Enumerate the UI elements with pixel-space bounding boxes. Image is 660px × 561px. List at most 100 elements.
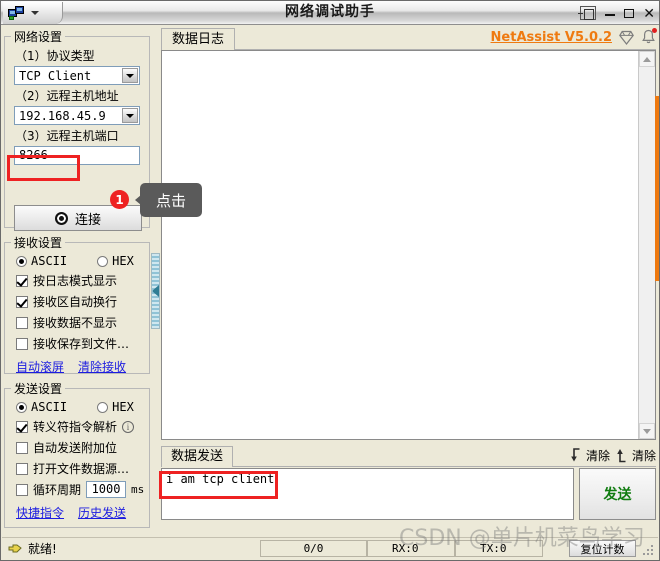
reset-counter-button[interactable]: 复位计数 [569,540,636,557]
checkbox-escape-parse-label: 转义符指令解析 [33,420,118,434]
resize-grip-icon[interactable] [642,544,655,557]
send-ascii-label: ASCII [31,400,68,414]
chevron-down-icon[interactable] [122,108,138,123]
send-settings-legend: 发送设置 [14,382,63,396]
diamond-icon[interactable] [619,30,634,45]
status-rx: RX:0 [367,540,455,557]
system-menu-button[interactable] [3,2,63,24]
scroll-down-arrow-icon[interactable] [639,423,655,439]
connect-button-label: 连接 [74,212,101,228]
receive-ascii-radio[interactable] [16,255,27,267]
receive-links: 自动滚屏 清除接收 [5,358,149,375]
status-ratio: 0/0 [260,540,367,557]
window-controls: ✕ [578,3,655,23]
brand-area: NetAssist V5.0.2 [491,28,657,45]
receive-option-row[interactable]: 接收保存到文件… [5,335,149,352]
netassist-window: 网络调试助手 ✕ 网络设置 （1）协议类型 TCP Client （2）远程主机… [0,0,660,561]
send-option-row[interactable]: 自动发送附加位 [5,439,149,456]
send-hex-label: HEX [112,400,134,414]
checkbox-open-file-source[interactable] [16,462,28,475]
send-links: 快捷指令 历史发送 [5,504,149,521]
brand-link[interactable]: NetAssist V5.0.2 [491,30,612,45]
checkbox-hide-received[interactable] [16,316,28,329]
checkbox-auto-wrap[interactable] [16,295,28,308]
remote-host-value: 192.168.45.9 [19,108,106,123]
checkbox-open-file-source-label: 打开文件数据源… [33,462,130,476]
status-tx: TX:0 [455,540,543,557]
protocol-type-label: （1）协议类型 [15,49,95,63]
clear-send-button[interactable]: 清除 [616,447,656,464]
receive-option-row[interactable]: 接收区自动换行 [5,293,149,310]
minimize-button[interactable] [605,4,616,22]
tab-data-send[interactable]: 数据发送 [161,446,234,467]
remote-port-input[interactable]: 8266 [14,146,140,165]
send-option-row[interactable]: 转义符指令解析 i [5,418,149,435]
tab-data-log[interactable]: 数据日志 [161,28,236,50]
window-title: 网络调试助手 [285,4,375,20]
network-settings-legend: 网络设置 [14,30,63,44]
main-panel: 数据日志 NetAssist V5.0.2 数据发送 清除 清除 i am tc… [161,28,657,533]
status-ready-label: 就绪! [28,542,57,556]
data-log-panel [161,50,656,440]
notification-dot [652,28,657,33]
link-quick-commands[interactable]: 快捷指令 [16,504,64,521]
send-period-row[interactable]: 循环周期 1000 ms [5,481,149,498]
hand-pointer-icon [8,543,22,555]
protocol-type-select[interactable]: TCP Client [14,66,140,85]
link-auto-scroll[interactable]: 自动滚屏 [16,358,64,375]
send-option-row[interactable]: 打开文件数据源… [5,460,149,477]
scroll-up-arrow-icon[interactable] [639,51,655,67]
data-log-scrollbar[interactable] [638,51,655,439]
send-body: i am tcp client 发送 [161,468,656,520]
send-settings-group: 发送设置 ASCII HEX 转义符指令解析 i 自动发送附加位 打开文件数据源… [4,380,150,528]
clear-receive-button[interactable]: 清除 [570,447,610,464]
sidebar-collapse-handle[interactable] [151,253,160,329]
checkbox-auto-wrap-label: 接收区自动换行 [33,295,118,309]
status-bar: 就绪! 0/0 RX:0 TX:0 复位计数 [2,537,658,559]
info-icon[interactable]: i [122,420,135,433]
checkbox-auto-append-label: 自动发送附加位 [33,441,118,455]
send-button[interactable]: 发送 [579,468,656,520]
close-button[interactable]: ✕ [643,4,655,22]
loop-period-input[interactable]: 1000 [86,481,127,498]
pin-icon[interactable] [578,6,597,20]
send-mode-radios: ASCII HEX [5,400,149,414]
checkbox-auto-append[interactable] [16,441,28,454]
checkbox-escape-parse[interactable] [16,420,28,433]
maximize-button[interactable] [624,4,635,22]
remote-host-select[interactable]: 192.168.45.9 [14,106,140,125]
arrow-up-icon [617,449,626,463]
send-data-input[interactable]: i am tcp client [161,468,574,520]
bell-icon[interactable] [641,28,657,45]
remote-host-label: （2）远程主机地址 [15,89,119,103]
loop-period-label: 循环周期 [33,483,82,497]
receive-ascii-label: ASCII [31,254,68,268]
checkbox-save-to-file[interactable] [16,337,28,350]
arrow-down-icon [571,448,580,462]
clear-buttons: 清除 清除 [570,447,656,464]
receive-option-row[interactable]: 按日志模式显示 [5,272,149,289]
link-clear-receive[interactable]: 清除接收 [78,358,126,375]
send-tabstrip: 数据发送 清除 清除 [161,446,656,468]
link-send-history[interactable]: 历史发送 [78,504,126,521]
send-ascii-radio[interactable] [16,401,27,413]
checkbox-log-mode[interactable] [16,274,28,287]
receive-settings-legend: 接收设置 [14,236,63,250]
remote-port-label: （3）远程主机端口 [15,129,119,143]
chevron-down-icon[interactable] [31,11,39,15]
receive-option-row[interactable]: 接收数据不显示 [5,314,149,331]
data-log-content[interactable] [162,51,638,439]
receive-hex-label: HEX [112,254,134,268]
receive-hex-radio[interactable] [97,255,109,267]
clear-receive-label: 清除 [585,449,610,463]
network-monitor-icon [8,5,25,21]
clear-send-label: 清除 [631,449,656,463]
window-edge-accent [655,96,659,281]
settings-sidebar: 网络设置 （1）协议类型 TCP Client （2）远程主机地址 192.16… [4,28,150,533]
checkbox-save-to-file-label: 接收保存到文件… [33,337,130,351]
loop-period-unit: ms [131,483,145,496]
send-hex-radio[interactable] [97,401,109,413]
checkbox-loop-period[interactable] [16,483,28,496]
connect-button[interactable]: 连接 [14,205,142,231]
chevron-down-icon[interactable] [122,68,138,83]
